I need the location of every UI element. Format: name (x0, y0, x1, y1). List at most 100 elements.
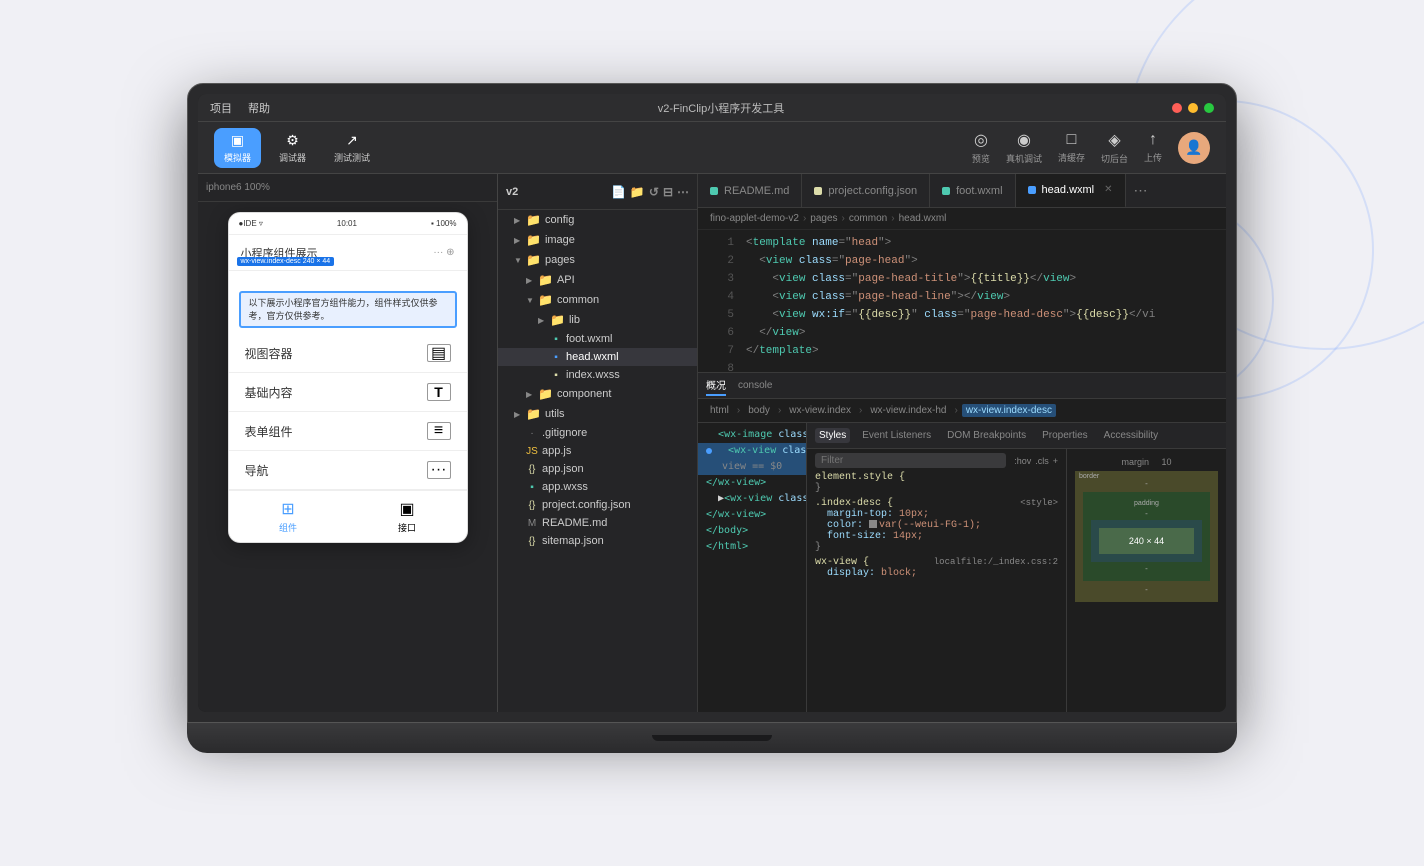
minimize-button[interactable] (1188, 103, 1198, 113)
cls-toggle[interactable]: .cls (1035, 456, 1049, 466)
phone-nav: ⊞ 组件 ▣ 接口 (229, 490, 467, 542)
tree-item-label: app.json (542, 463, 584, 475)
nav-component[interactable]: ⊞ 组件 (229, 491, 348, 542)
upload-icon: ↑ (1149, 131, 1157, 149)
add-style[interactable]: + (1053, 456, 1058, 466)
more-tabs-icon[interactable]: ⋯ (1126, 182, 1156, 199)
tree-api[interactable]: ▶ 📁 API (498, 270, 697, 290)
laptop-base (187, 723, 1237, 753)
battery-icon: ▪ 100% (431, 219, 457, 228)
upload-action[interactable]: ↑ 上传 (1144, 131, 1162, 164)
tree-image[interactable]: ▶ 📁 image (498, 230, 697, 250)
device-label: iphone6 100% (198, 174, 497, 202)
styles-tab-styles[interactable]: Styles (815, 428, 850, 443)
styles-tab-properties[interactable]: Properties (1038, 428, 1092, 443)
simulator-button[interactable]: ▣ 模拟器 (214, 128, 261, 168)
tree-project-config[interactable]: ▶ {} project.config.json (498, 496, 697, 514)
file-icon: {} (526, 536, 538, 547)
tree-lib[interactable]: ▶ 📁 lib (498, 310, 697, 330)
tree-common[interactable]: ▼ 📁 common (498, 290, 697, 310)
refresh-icon[interactable]: ↺ (649, 185, 659, 199)
file-icon: M (526, 518, 538, 529)
tab-foot-wxml[interactable]: foot.wxml (930, 174, 1015, 208)
tree-gitignore[interactable]: ▶ · .gitignore (498, 424, 697, 442)
tab-head-wxml[interactable]: head.wxml ✕ (1016, 174, 1126, 208)
collapse-icon[interactable]: ⊟ (663, 185, 673, 199)
hov-toggle[interactable]: :hov (1014, 456, 1031, 466)
bottom-tab-console[interactable]: console (738, 378, 772, 393)
menu-help[interactable]: 帮助 (248, 100, 270, 116)
test-icon: ↗ (346, 132, 358, 149)
tree-pages[interactable]: ▼ 📁 pages (498, 250, 697, 270)
app-titlebar: 项目 帮助 v2-FinClip小程序开发工具 (198, 94, 1226, 122)
test-button[interactable]: ↗ 测试测试 (324, 128, 380, 168)
highlight-box: wx-view.index-desc 240 × 44 以下展示小程序官方组件能… (229, 271, 467, 334)
breadcrumb-file: head.wxml (899, 213, 947, 224)
filter-actions: :hov .cls + (1014, 456, 1058, 466)
tree-sitemap[interactable]: ▶ {} sitemap.json (498, 532, 697, 550)
styles-tab-dom[interactable]: DOM Breakpoints (943, 428, 1030, 443)
preview-action[interactable]: ◎ 预览 (972, 130, 990, 165)
tab-project-config[interactable]: project.config.json (802, 174, 930, 208)
html-line: </wx-view> (698, 507, 806, 523)
clear-cache-action[interactable]: □ 清缓存 (1058, 131, 1085, 164)
tree-app-json[interactable]: ▶ {} app.json (498, 460, 697, 478)
tree-item-label: image (545, 234, 575, 246)
tree-item-label: utils (545, 408, 565, 420)
new-file-icon[interactable]: 📄 (611, 185, 626, 199)
real-machine-icon: ◉ (1017, 130, 1031, 150)
tab-close-icon[interactable]: ✕ (1104, 184, 1112, 195)
toolbar: ▣ 模拟器 ⚙ 调试器 ↗ 测试测试 ◎ 预览 (198, 122, 1226, 174)
titlebar-menu: 项目 帮助 (210, 100, 270, 116)
tree-item-label: pages (545, 254, 575, 266)
styles-tab-accessibility[interactable]: Accessibility (1100, 428, 1162, 443)
cut-backend-action[interactable]: ◈ 切后台 (1101, 130, 1128, 165)
elem-wx-view-index[interactable]: wx-view.index (785, 404, 855, 417)
tree-head-wxml[interactable]: ▶ ▪ head.wxml (498, 348, 697, 366)
new-folder-icon[interactable]: 📁 (630, 185, 645, 199)
maximize-button[interactable] (1204, 103, 1214, 113)
bottom-tab-overview[interactable]: 概况 (706, 375, 726, 396)
elem-html[interactable]: html (706, 404, 733, 417)
tree-app-js[interactable]: ▶ JS app.js (498, 442, 697, 460)
close-button[interactable] (1172, 103, 1182, 113)
tab-dot (710, 187, 718, 195)
arrow-icon: ▶ (526, 276, 534, 285)
elem-wx-view-index-hd[interactable]: wx-view.index-hd (866, 404, 950, 417)
tree-index-wxss[interactable]: ▶ ▪ index.wxss (498, 366, 697, 384)
tree-component[interactable]: ▶ 📁 component (498, 384, 697, 404)
phone-title-actions[interactable]: ··· ⊕ (433, 247, 454, 258)
phone-frame: ●IDE ▿ 10:01 ▪ 100% 小程序组件展示 ··· ⊕ (228, 212, 468, 543)
tab-label: README.md (724, 185, 789, 197)
elem-body[interactable]: body (744, 404, 774, 417)
nav-interface-label: 接口 (398, 521, 416, 534)
tree-config[interactable]: ▶ 📁 config (498, 210, 697, 230)
tree-utils[interactable]: ▶ 📁 utils (498, 404, 697, 424)
tree-item-label: README.md (542, 517, 607, 529)
box-outer: border - padding - 240 × 44 (1075, 471, 1218, 602)
avatar-button[interactable]: 👤 (1178, 132, 1210, 164)
real-machine-action[interactable]: ◉ 真机调试 (1006, 130, 1042, 165)
nav-interface[interactable]: ▣ 接口 (348, 491, 467, 542)
tree-item-label: common (557, 294, 599, 306)
style-rule-element: element.style { } (815, 472, 1058, 494)
filter-input[interactable] (815, 453, 1006, 468)
tree-item-label: foot.wxml (566, 333, 612, 345)
styles-tab-event[interactable]: Event Listeners (858, 428, 935, 443)
menu-project[interactable]: 项目 (210, 100, 232, 116)
tree-readme[interactable]: ▶ M README.md (498, 514, 697, 532)
tab-readme[interactable]: README.md (698, 174, 802, 208)
html-preview[interactable]: <wx-image class="index-logo" src="../res… (698, 423, 806, 712)
tree-foot-wxml[interactable]: ▶ ▪ foot.wxml (498, 330, 697, 348)
html-line-highlighted: <wx-view class="index-desc">以下展示小程序官方组件能… (698, 443, 806, 459)
tree-item-label: head.wxml (566, 351, 619, 363)
avatar-icon: 👤 (1185, 139, 1202, 156)
file-icon: ▪ (550, 334, 562, 345)
more-icon[interactable]: ⋯ (677, 185, 689, 199)
tree-app-wxss[interactable]: ▶ ▪ app.wxss (498, 478, 697, 496)
debugger-button[interactable]: ⚙ 调试器 (269, 128, 316, 168)
preview-icon: ◎ (974, 130, 988, 150)
elem-wx-view-index-desc[interactable]: wx-view.index-desc (962, 404, 1056, 417)
code-editor[interactable]: 1 <template name="head"> 2 <view class="… (698, 230, 1226, 372)
breadcrumb-pages: pages (810, 213, 837, 224)
